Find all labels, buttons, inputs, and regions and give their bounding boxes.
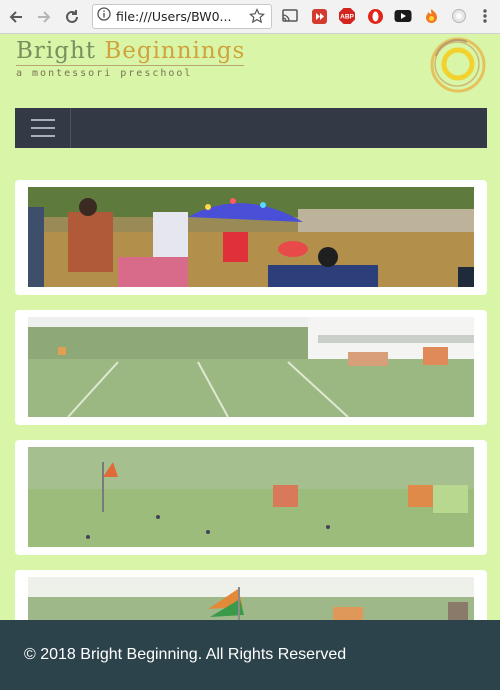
- hamburger-line: [30, 119, 55, 121]
- cast-icon[interactable]: [281, 7, 299, 25]
- sports-field-photo[interactable]: [28, 317, 474, 417]
- children-umbrella-photo[interactable]: [28, 187, 474, 287]
- circle-extension-icon[interactable]: [450, 7, 468, 25]
- extension-red-icon[interactable]: [310, 7, 328, 25]
- gallery-card: [15, 180, 487, 295]
- gallery-card: [15, 310, 487, 425]
- adblock-icon[interactable]: ABP: [338, 7, 356, 25]
- brand-title-part2: Beginnings: [104, 38, 246, 64]
- svg-text:ABP: ABP: [340, 14, 354, 21]
- main-navbar: [15, 108, 487, 148]
- forward-arrow-icon[interactable]: [32, 5, 56, 29]
- address-bar[interactable]: file:///Users/BW0...: [92, 4, 272, 29]
- hamburger-line: [30, 135, 55, 137]
- youtube-icon[interactable]: [394, 7, 412, 25]
- brand-title: Bright Beginnings: [16, 38, 245, 64]
- opera-icon[interactable]: [366, 7, 384, 25]
- back-arrow-icon[interactable]: [4, 5, 28, 29]
- site-footer: © 2018 Bright Beginning. All Rights Rese…: [0, 620, 500, 690]
- menu-toggle-button[interactable]: [15, 108, 71, 148]
- brand-logo[interactable]: Bright Beginnings a montessori preschool: [16, 38, 245, 79]
- gallery-card: [15, 440, 487, 555]
- sun-logo-icon: [427, 34, 487, 94]
- menu-dots-icon[interactable]: [476, 7, 494, 25]
- url-text[interactable]: file:///Users/BW0...: [116, 9, 244, 24]
- firefox-extension-icon[interactable]: [422, 7, 440, 25]
- copyright-text: © 2018 Bright Beginning. All Rights Rese…: [24, 646, 347, 663]
- sports-day-flag-photo[interactable]: [28, 447, 474, 547]
- brand-divider: [16, 65, 244, 66]
- brand-title-part1: Bright: [16, 38, 97, 64]
- brand-tagline: a montessori preschool: [16, 68, 193, 79]
- hamburger-line: [30, 127, 55, 129]
- reload-icon[interactable]: [60, 5, 84, 29]
- star-icon[interactable]: [249, 8, 265, 29]
- info-icon[interactable]: [97, 7, 111, 26]
